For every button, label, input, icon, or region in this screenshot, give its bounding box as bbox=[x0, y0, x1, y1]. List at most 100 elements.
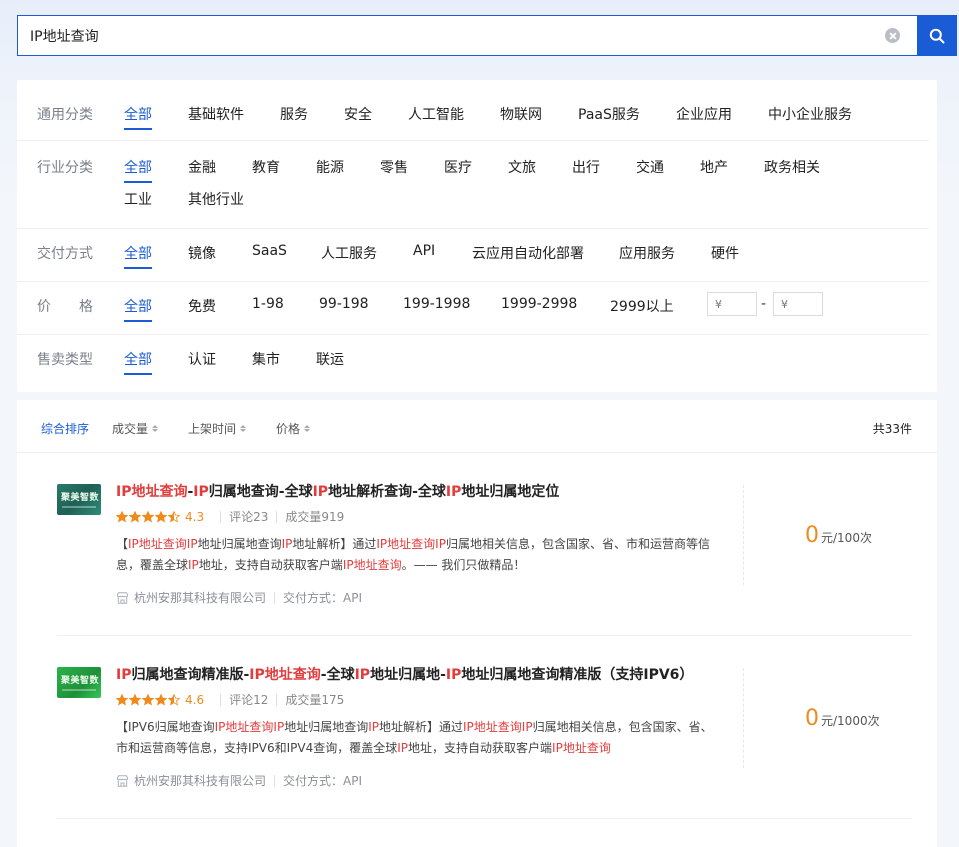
filter-option[interactable]: 出行 bbox=[572, 157, 600, 177]
sort-arrows-icon bbox=[240, 425, 247, 432]
sort-by-volume[interactable]: 成交量 bbox=[112, 420, 159, 437]
divider bbox=[276, 510, 278, 523]
filter-option[interactable]: 1999-2998 bbox=[501, 296, 577, 312]
keyword-highlight: IP bbox=[445, 667, 462, 683]
filter-row-delivery: 交付方式 全部 镜像 SaaS 人工服务 API 云应用自动化部署 应用服务 硬… bbox=[17, 229, 937, 282]
filter-option[interactable]: 云应用自动化部署 bbox=[472, 243, 584, 263]
search-button[interactable] bbox=[917, 15, 957, 56]
price-value: 0 bbox=[805, 706, 819, 731]
filter-option-all[interactable]: 全部 bbox=[124, 296, 152, 322]
filter-option[interactable]: PaaS服务 bbox=[578, 104, 640, 124]
product-price: 0 元/1000次 bbox=[805, 706, 880, 731]
filter-option[interactable]: 基础软件 bbox=[188, 104, 244, 124]
text-fragment: 地址归属地定位 bbox=[461, 484, 560, 500]
divider bbox=[57, 818, 912, 819]
filter-option[interactable]: API bbox=[413, 243, 435, 259]
filter-option[interactable]: 199-1998 bbox=[403, 296, 470, 312]
filter-option[interactable]: 文旅 bbox=[508, 157, 536, 177]
filter-option[interactable]: 集市 bbox=[252, 349, 280, 369]
text-fragment: 地址归属地查询 bbox=[284, 720, 369, 734]
filter-option[interactable]: 地产 bbox=[700, 157, 728, 177]
price-value: 0 bbox=[805, 523, 819, 548]
search-input[interactable] bbox=[18, 16, 885, 55]
rating-value: 4.6 bbox=[185, 692, 205, 707]
keyword-highlight: IP bbox=[368, 720, 379, 734]
sort-by-price[interactable]: 价格 bbox=[276, 420, 311, 437]
keyword-highlight: IP bbox=[435, 537, 446, 551]
keyword-highlight: IP bbox=[116, 667, 132, 683]
keyword-highlight: IP地址查询 bbox=[376, 537, 436, 551]
divider bbox=[220, 693, 222, 706]
filter-row-sale-type: 售卖类型 全部 认证 集市 联运 bbox=[17, 335, 937, 392]
product-thumbnail[interactable]: 聚美智数 bbox=[57, 484, 101, 515]
product-title[interactable]: IP地址查询-IP归属地查询-全球IP地址解析查询-全球IP地址归属地定位 bbox=[116, 481, 559, 501]
product-description: 【IP地址查询IP地址归属地查询IP地址解析】通过IP地址查询IP归属地相关信息… bbox=[116, 534, 716, 576]
price-min-input[interactable] bbox=[707, 292, 757, 316]
filter-option[interactable]: 能源 bbox=[316, 157, 344, 177]
keyword-highlight: IP bbox=[521, 720, 533, 734]
filter-option[interactable]: 其他行业 bbox=[188, 189, 244, 209]
clear-icon[interactable] bbox=[885, 28, 900, 43]
filter-option[interactable]: SaaS bbox=[252, 243, 287, 259]
star-icon bbox=[155, 510, 167, 523]
filter-option[interactable]: 零售 bbox=[380, 157, 408, 177]
filter-option-all[interactable]: 全部 bbox=[124, 104, 152, 130]
sort-by-listing-time[interactable]: 上架时间 bbox=[188, 420, 247, 437]
filter-option-all[interactable]: 全部 bbox=[124, 243, 152, 269]
divider bbox=[274, 774, 276, 787]
delivery-method: 交付方式：API bbox=[283, 591, 363, 605]
keyword-highlight: IP bbox=[312, 484, 329, 500]
price-max-input[interactable] bbox=[773, 292, 823, 316]
star-icon bbox=[129, 510, 141, 523]
filter-option[interactable]: 应用服务 bbox=[619, 243, 675, 263]
sort-label: 成交量 bbox=[112, 422, 149, 436]
filter-label: 售卖类型 bbox=[37, 352, 93, 368]
filter-option-all[interactable]: 全部 bbox=[124, 157, 152, 183]
filter-option-all[interactable]: 全部 bbox=[124, 349, 152, 375]
filter-option[interactable]: 1-98 bbox=[252, 296, 284, 312]
keyword-highlight: IP地址查询 bbox=[116, 484, 188, 500]
filter-option[interactable]: 镜像 bbox=[188, 243, 216, 263]
filter-option[interactable]: 中小企业服务 bbox=[768, 104, 852, 124]
rating-value: 4.3 bbox=[185, 509, 205, 524]
keyword-highlight: IP bbox=[354, 667, 371, 683]
vendor-name[interactable]: 杭州安那其科技有限公司 bbox=[134, 772, 266, 789]
filter-option[interactable]: 99-198 bbox=[319, 296, 369, 312]
sort-comprehensive[interactable]: 综合排序 bbox=[41, 420, 89, 437]
filter-option[interactable]: 教育 bbox=[252, 157, 280, 177]
filter-option[interactable]: 物联网 bbox=[500, 104, 542, 124]
filter-option[interactable]: 服务 bbox=[280, 104, 308, 124]
thumbnail-decoration bbox=[62, 506, 96, 508]
filter-label: 交付方式 bbox=[37, 246, 93, 262]
filter-label: 价 格 bbox=[37, 299, 93, 315]
filter-option[interactable]: 人工服务 bbox=[321, 243, 377, 263]
filter-option[interactable]: 交通 bbox=[636, 157, 664, 177]
filter-option[interactable]: 硬件 bbox=[711, 243, 739, 263]
product-card[interactable]: 聚美智数 IP地址查询-IP归属地查询-全球IP地址解析查询-全球IP地址归属地… bbox=[17, 453, 937, 636]
text-fragment: 【IPV6归属地查询 bbox=[116, 720, 215, 734]
vendor-name[interactable]: 杭州安那其科技有限公司 bbox=[134, 589, 266, 606]
results-panel: 综合排序 成交量 上架时间 价格 共33件 聚美智数 IP地址查询-IP归属地查… bbox=[17, 400, 937, 847]
filter-option[interactable]: 工业 bbox=[124, 189, 152, 209]
filter-option[interactable]: 2999以上 bbox=[610, 296, 674, 316]
keyword-highlight: IP地址查询 bbox=[128, 537, 187, 551]
filter-option[interactable]: 金融 bbox=[188, 157, 216, 177]
divider bbox=[274, 591, 276, 604]
star-rating bbox=[116, 510, 180, 523]
text-fragment: 地址，支持自动获取客户端 bbox=[198, 558, 343, 572]
filter-option[interactable]: 企业应用 bbox=[676, 104, 732, 124]
keyword-highlight: IP bbox=[188, 558, 199, 572]
filter-option[interactable]: 医疗 bbox=[444, 157, 472, 177]
filter-option[interactable]: 政务相关 bbox=[764, 157, 820, 177]
product-title[interactable]: IP归属地查询精准版-IP地址查询-全球IP地址归属地-IP地址归属地查询精准版… bbox=[116, 664, 693, 684]
text-fragment: 地址解析查询-全球 bbox=[328, 484, 446, 500]
filter-option[interactable]: 联运 bbox=[316, 349, 344, 369]
product-card[interactable]: 聚美智数 IP归属地查询精准版-IP地址查询-全球IP地址归属地-IP地址归属地… bbox=[17, 636, 937, 819]
filter-option[interactable]: 免费 bbox=[188, 296, 216, 316]
product-thumbnail[interactable]: 聚美智数 bbox=[57, 667, 101, 698]
filter-option[interactable]: 安全 bbox=[344, 104, 372, 124]
text-fragment: 地址归属地查询精准版（支持IPV6） bbox=[461, 667, 694, 683]
filter-option[interactable]: 人工智能 bbox=[408, 104, 464, 124]
search-bar bbox=[17, 15, 957, 56]
filter-option[interactable]: 认证 bbox=[188, 349, 216, 369]
